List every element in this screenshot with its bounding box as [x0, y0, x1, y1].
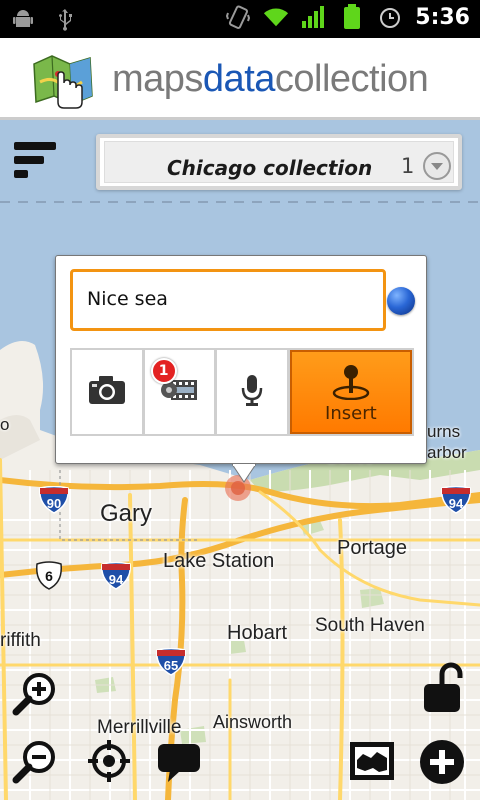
map-label-griffith: riffith	[0, 630, 41, 651]
media-actions: 1 Insert	[70, 348, 414, 436]
map-label-lake-station: Lake Station	[163, 550, 275, 572]
add-icon[interactable]	[418, 738, 464, 784]
marker-popup: Nice sea 1 Insert	[55, 255, 427, 483]
app-header: mapsdatacollection	[0, 38, 480, 120]
battery-icon	[339, 4, 365, 30]
brand-data: data	[202, 58, 275, 100]
map-label-merrillville: Merrillville	[97, 717, 182, 738]
map-hand-logo-icon	[30, 52, 96, 114]
map-label-ainsworth: Ainsworth	[213, 712, 293, 732]
map-label-hobart: Hobart	[227, 622, 288, 644]
map-label-south-haven: South Haven	[315, 615, 425, 636]
lock-icon[interactable]	[420, 660, 466, 712]
map-label-burns-harbor-2: arbor	[427, 443, 467, 462]
popup-pointer	[231, 463, 257, 484]
usb-icon	[52, 6, 78, 32]
locate-icon[interactable]	[86, 738, 132, 784]
insert-label: Insert	[325, 403, 377, 424]
menu-icon[interactable]	[12, 140, 60, 182]
insert-button[interactable]: Insert	[289, 350, 413, 434]
microphone-icon	[240, 373, 264, 411]
brand-collection: collection	[274, 58, 429, 100]
interstate-shield-90: 90	[38, 485, 70, 514]
comment-icon[interactable]	[156, 738, 202, 784]
status-time: 5:36	[415, 4, 470, 30]
audio-button[interactable]	[217, 350, 287, 434]
map-label-edge: o	[0, 415, 10, 434]
interstate-shield-65: 65	[155, 647, 187, 676]
photo-button[interactable]	[72, 350, 142, 434]
blue-pin-icon[interactable]	[387, 287, 415, 315]
alarm-icon	[377, 4, 403, 30]
video-count-badge: 1	[150, 358, 177, 384]
map-label-portage: Portage	[337, 537, 408, 559]
collection-count: 1	[401, 154, 415, 178]
svg-text:65: 65	[164, 658, 178, 673]
svg-text:94: 94	[449, 496, 464, 511]
note-input[interactable]: Nice sea	[70, 269, 386, 331]
svg-text:94: 94	[109, 572, 124, 587]
interstate-shield-94-mid: 94	[100, 561, 132, 590]
brand-wordmark: mapsdatacollection	[112, 58, 429, 101]
zoom-in-icon[interactable]	[12, 670, 58, 716]
map-layers-icon[interactable]	[348, 740, 394, 786]
note-input-value: Nice sea	[87, 288, 168, 310]
svg-text:90: 90	[47, 496, 61, 511]
brand-maps: maps	[112, 58, 203, 100]
camera-icon	[87, 374, 127, 410]
vibrate-icon	[225, 4, 251, 30]
joystick-pin-icon	[331, 364, 371, 405]
wifi-icon	[263, 4, 289, 30]
collection-name: Chicago collection	[167, 156, 373, 180]
interstate-shield-94-east: 94	[440, 485, 472, 514]
collection-selector[interactable]: Chicago collection 1	[96, 134, 462, 190]
map-label-burns-harbor-1: urns	[427, 422, 461, 441]
android-debug-icon	[10, 6, 36, 32]
signal-icon	[301, 4, 327, 30]
us-route-shield-6: 6	[34, 560, 64, 590]
status-bar: 5:36	[0, 0, 480, 38]
svg-text:6: 6	[45, 568, 53, 584]
zoom-out-icon[interactable]	[12, 738, 58, 784]
video-button[interactable]: 1	[144, 350, 215, 434]
chevron-down-icon[interactable]	[423, 152, 451, 180]
collection-selector-body: Chicago collection 1	[104, 141, 454, 183]
map-label-gary: Gary	[100, 500, 153, 527]
